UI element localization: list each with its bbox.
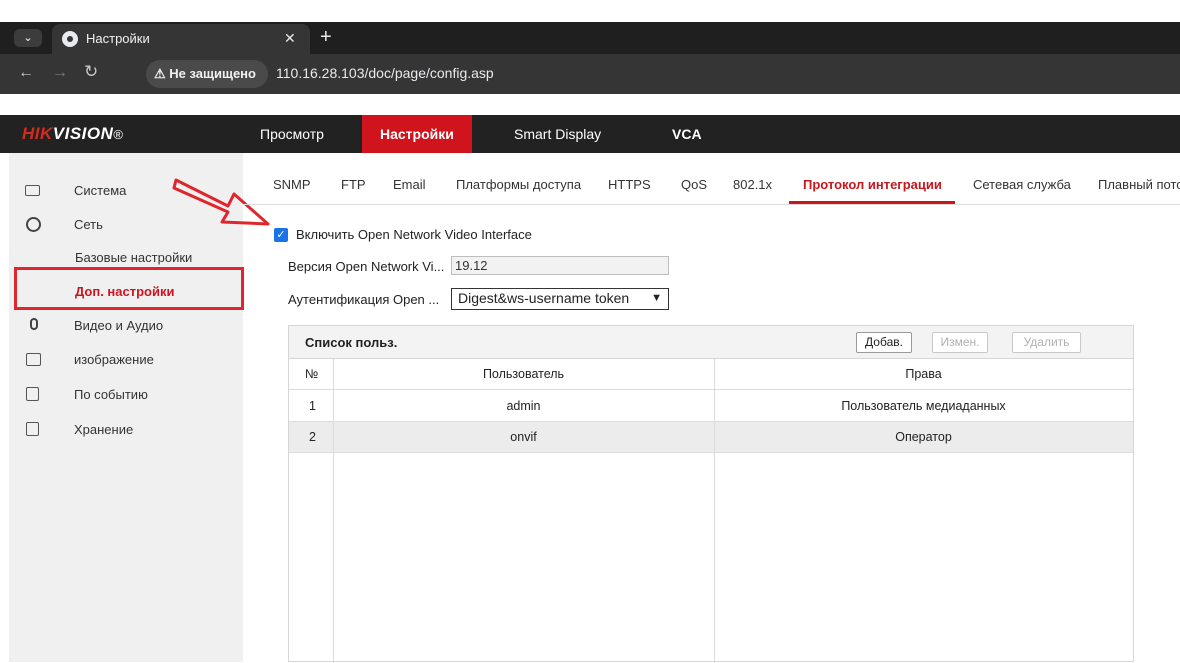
microphone-icon: [30, 318, 38, 330]
auth-select-value: Digest&ws-username token: [458, 290, 630, 306]
highlight-box: [14, 267, 244, 310]
sidebar-item-video-audio[interactable]: Видео и Аудио: [9, 314, 243, 344]
table-row[interactable]: 1 admin Пользователь медиаданных: [289, 391, 1133, 422]
forward-button[interactable]: →: [52, 64, 68, 82]
column-header-number: №: [305, 367, 319, 381]
tab-divider: [243, 204, 1180, 205]
tab-https[interactable]: HTTPS: [608, 177, 651, 192]
calendar-icon: [26, 387, 39, 401]
sidebar-item-label: Хранение: [74, 422, 134, 437]
sidebar-item-storage[interactable]: Хранение: [9, 418, 243, 448]
annotation-arrow-icon: [172, 178, 270, 226]
enable-onvif-label: Включить Open Network Video Interface: [296, 227, 532, 242]
url-input[interactable]: 110.16.28.103/doc/page/config.asp: [276, 65, 494, 81]
table-header-row: № Пользователь Права: [289, 359, 1133, 390]
user-list-title: Список польз.: [305, 335, 398, 350]
tab-ftp[interactable]: FTP: [341, 177, 366, 192]
enable-onvif-checkbox[interactable]: ✓: [274, 228, 288, 242]
sidebar-item-label: изображение: [74, 352, 154, 367]
column-divider: [714, 359, 715, 663]
edit-user-button[interactable]: Измен.: [932, 332, 988, 353]
auth-select[interactable]: Digest&ws-username token ▼: [451, 288, 669, 310]
row-user: onvif: [510, 430, 537, 444]
column-header-rights: Права: [905, 367, 942, 381]
sidebar-item-label: Система: [74, 183, 127, 198]
sidebar-item-image[interactable]: изображение: [9, 348, 243, 378]
nav-smart-display[interactable]: Smart Display: [496, 115, 619, 153]
app-header: HIKVISION® Просмотр Настройки Smart Disp…: [0, 115, 1180, 153]
close-tab-icon[interactable]: ✕: [284, 30, 296, 47]
chevron-down-icon: ▼: [651, 292, 662, 304]
tab-8021x[interactable]: 802.1x: [733, 177, 772, 192]
tab-network-service[interactable]: Сетевая служба: [973, 177, 1071, 192]
hikvision-logo: HIKVISION®: [22, 124, 124, 143]
monitor-icon: [25, 185, 40, 196]
favicon-icon: [62, 31, 78, 47]
tab-qos[interactable]: QoS: [681, 177, 707, 192]
globe-icon: [26, 217, 41, 232]
tab-snmp[interactable]: SNMP: [273, 177, 311, 192]
delete-user-button[interactable]: Удалить: [1012, 332, 1081, 353]
sidebar-subitem-basic[interactable]: Базовые настройки: [75, 250, 192, 265]
add-user-button[interactable]: Добав.: [856, 332, 912, 353]
security-indicator[interactable]: ⚠ Не защищено: [146, 60, 268, 88]
nav-settings[interactable]: Настройки: [362, 115, 472, 153]
user-list-panel: Список польз. Добав. Измен. Удалить № По…: [288, 325, 1134, 663]
tab-platform-access[interactable]: Платформы доступа: [456, 177, 581, 192]
save-icon: [26, 422, 39, 436]
tab-search-button[interactable]: ⌄: [14, 29, 42, 47]
sidebar-item-event[interactable]: По событию: [9, 383, 243, 413]
tab-integration-protocol[interactable]: Протокол интеграции: [803, 177, 942, 192]
row-number: 1: [309, 399, 316, 413]
row-rights: Пользователь медиаданных: [841, 399, 1006, 413]
version-label: Версия Open Network Vi...: [288, 259, 445, 274]
address-bar-row: ← → ↻ ⚠ Не защищено 110.16.28.103/doc/pa…: [0, 54, 1180, 94]
row-number: 2: [309, 430, 316, 444]
sidebar-item-label: Видео и Аудио: [74, 318, 164, 333]
auth-label: Аутентификация Open ...: [288, 292, 440, 307]
browser-tab[interactable]: Настройки ✕: [52, 24, 310, 54]
tab-strip: ⌄ Настройки ✕ +: [0, 22, 1180, 54]
new-tab-button[interactable]: +: [320, 26, 332, 49]
tab-smooth-stream[interactable]: Плавный пото: [1098, 177, 1180, 192]
table-row[interactable]: 2 onvif Оператор: [289, 422, 1133, 453]
nav-preview[interactable]: Просмотр: [242, 115, 342, 153]
reload-button[interactable]: ↻: [84, 62, 98, 82]
nav-vca[interactable]: VCA: [654, 115, 720, 153]
back-button[interactable]: ←: [18, 64, 34, 82]
sidebar-item-label: Сеть: [74, 217, 103, 232]
image-icon: [26, 353, 41, 366]
user-list-header: Список польз. Добав. Измен. Удалить: [289, 326, 1133, 359]
row-rights: Оператор: [895, 430, 952, 444]
sidebar-item-label: По событию: [74, 387, 148, 402]
tab-title: Настройки: [86, 31, 150, 46]
row-user: admin: [506, 399, 541, 413]
column-header-user: Пользователь: [482, 367, 565, 381]
version-field: 19.12: [451, 256, 669, 275]
column-divider: [333, 359, 334, 663]
tab-email[interactable]: Email: [393, 177, 426, 192]
